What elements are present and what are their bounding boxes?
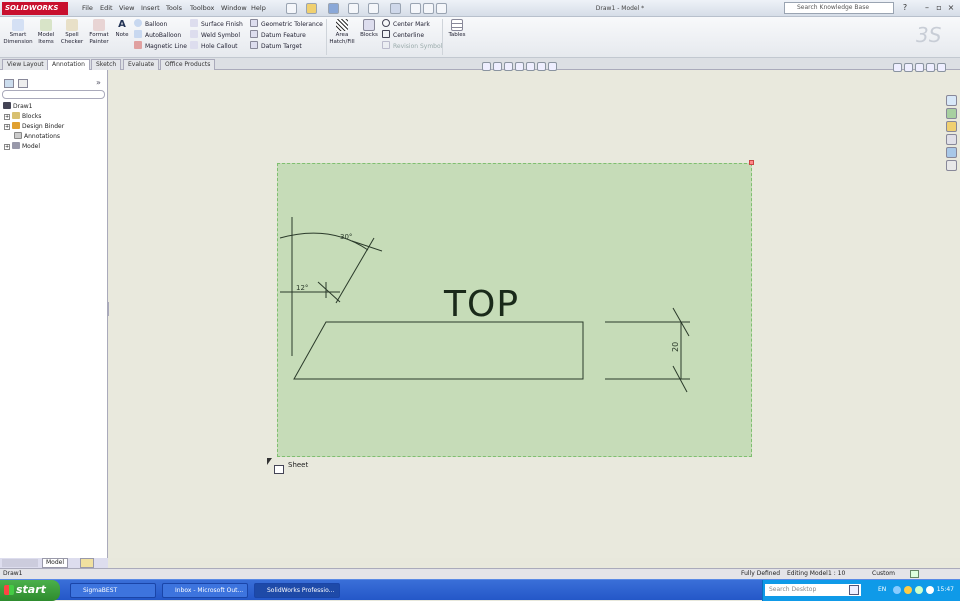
dim-30-label: 30° — [340, 233, 352, 241]
angled-edge-line — [335, 237, 375, 304]
tab-model[interactable]: Model — [42, 558, 69, 568]
status-doc-name: Draw1 — [3, 570, 23, 577]
status-bar: Draw1 Fully Defined Editing Model 1 : 10… — [0, 568, 960, 579]
windows-taskbar: start SigmaBEST Inbox - Microsoft Out...… — [0, 579, 960, 601]
dim-12-label: 12° — [296, 284, 308, 292]
status-fully-defined: Fully Defined — [741, 570, 781, 577]
top-view-outline — [293, 321, 584, 380]
search-desktop-input[interactable]: Search Desktop — [765, 584, 861, 596]
status-scale[interactable]: 1 : 10 — [828, 569, 845, 579]
tray-volume-icon[interactable] — [926, 586, 934, 594]
tray-network-icon[interactable] — [893, 586, 901, 594]
taskbar-sigmabest[interactable]: SigmaBEST — [70, 583, 156, 598]
tray-security-icon[interactable] — [904, 586, 912, 594]
dim-20-label: 20 — [671, 342, 680, 352]
taskbar-solidworks[interactable]: SolidWorks Professio... — [254, 583, 340, 598]
status-editing-model: Editing Model — [787, 570, 828, 577]
status-units[interactable]: Custom — [872, 569, 895, 579]
sheet-cursor-icon — [274, 465, 284, 474]
search-desktop-icon[interactable] — [849, 585, 859, 595]
sheet-tooltip: Sheet — [288, 461, 309, 469]
cursor-arrow-icon — [267, 458, 272, 465]
clock: 15:47 — [936, 586, 954, 593]
sheet-tab-bar: Model — [0, 558, 108, 568]
add-sheet-icon[interactable] — [80, 558, 94, 568]
quick-tips-icon[interactable] — [910, 570, 919, 578]
sheet-nav-arrows[interactable] — [2, 559, 38, 567]
language-indicator[interactable]: EN — [878, 584, 886, 596]
windows-logo-icon — [4, 585, 14, 595]
view-label-top: TOP — [444, 284, 520, 325]
taskbar-outlook[interactable]: Inbox - Microsoft Out... — [162, 583, 248, 598]
tray-app-icon[interactable] — [915, 586, 923, 594]
system-tray: Search Desktop EN 15:47 — [762, 580, 960, 601]
